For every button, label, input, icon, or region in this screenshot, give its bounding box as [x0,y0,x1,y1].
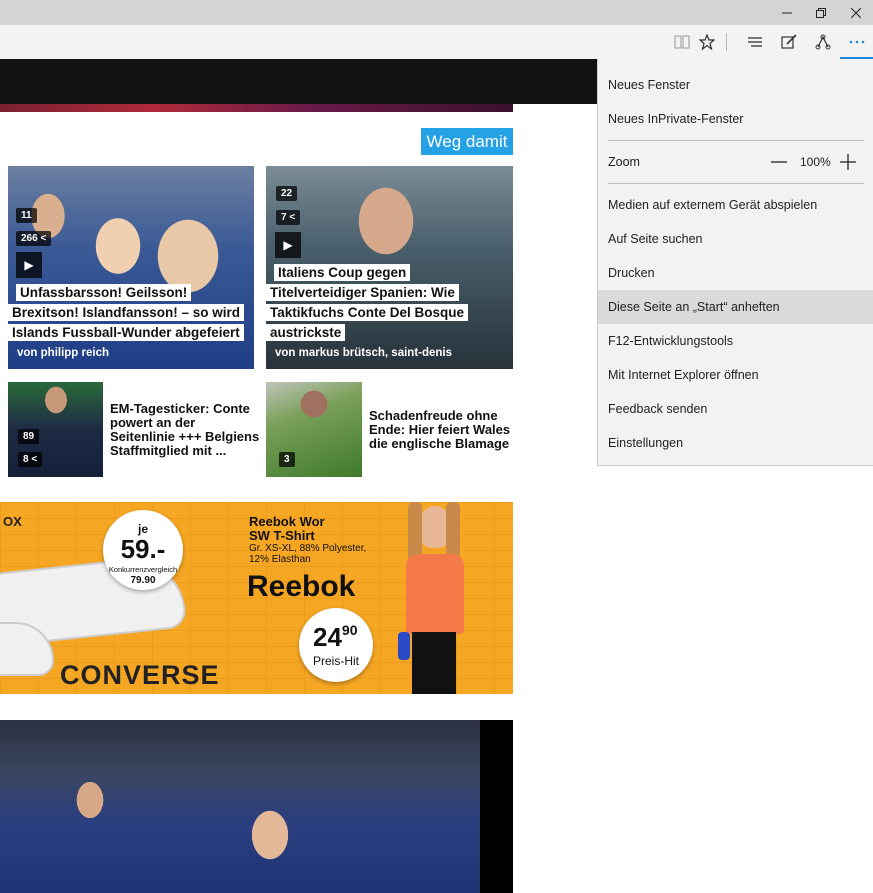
zoom-value: 100% [800,155,831,169]
browser-toolbar [0,25,873,60]
menu-developer-tools[interactable]: F12-Entwicklungstools [598,324,873,358]
ad-banner[interactable]: OX je 59.- Konkurrenzvergleich 79.90 CON… [0,502,513,694]
minimize-icon[interactable] [770,0,804,25]
favorites-star-icon[interactable] [694,30,720,54]
title-bar [0,0,873,25]
menu-settings[interactable]: Einstellungen [598,426,873,460]
share-small-icon: < [31,454,38,465]
photo-count-badge: 11 [16,208,37,223]
zoom-label: Zoom [608,155,640,169]
menu-separator [608,140,864,141]
share-count: 8 [23,454,29,465]
hero-image-border [480,720,513,893]
mini-article-thumb-conte[interactable]: 89 8 < [8,382,103,477]
compare-price: 79.90 [130,575,156,586]
menu-separator [608,183,864,184]
ad-left-text: OX [3,514,22,529]
more-icon[interactable] [844,30,870,54]
menu-open-internet-explorer[interactable]: Mit Internet Explorer öffnen [598,358,873,392]
menu-new-window[interactable]: Neues Fenster [598,68,873,102]
title-line: Schadenfreude ohne [369,408,498,423]
product-subtitle: SW T-Shirt [249,528,315,543]
share-small-icon: < [40,233,47,244]
comment-count: 89 [23,431,35,442]
article-card-iceland[interactable]: 11 266 < ▶ Unfassbarsson! Geilsson! Brex… [8,166,254,369]
photo-count-badge: 22 [276,186,298,201]
converse-logo: CONVERSE [60,660,220,690]
share-count-badge: 7 < [276,210,301,225]
article-caption: Unfassbarsson! Geilsson! Brexitson! Isla… [8,283,246,343]
photo-count: 22 [281,188,293,199]
caption-line: Italiens Coup gegen [274,264,411,281]
share-count-badge: 8 < [18,452,43,467]
web-note-icon[interactable] [776,30,802,54]
title-line: Staffmitglied mit ... [110,443,227,458]
title-line: Seitenlinie +++ Belgiens [110,429,260,444]
title-line: powert an der [110,415,196,430]
caption-line: Titelverteidiger Spanien: Wie [266,284,459,301]
price-hit-cents: 90 [341,622,358,638]
settings-more-menu: Neues Fenster Neues InPrivate-Fenster Zo… [597,59,873,466]
share-small-icon: < [289,212,296,223]
mini-article-thumb-wales[interactable]: 3 [266,382,362,477]
reading-view-icon[interactable] [669,30,695,54]
menu-find-on-page[interactable]: Auf Seite suchen [598,222,873,256]
photo-count: 11 [21,210,32,221]
dismiss-button[interactable]: Weg damit [421,128,513,155]
compare-label: Konkurrenzvergleich [108,565,178,574]
restore-icon[interactable] [804,0,838,25]
caption-line: Islands Fussball-Wunder abgefeiert [8,324,244,341]
comment-count-badge: 3 [279,452,295,467]
comment-count: 3 [284,454,290,465]
site-header [0,59,598,104]
article-card-italy[interactable]: 22 7 < ▶ Italiens Coup gegen Titelvertei… [266,166,513,369]
menu-cast-media[interactable]: Medien auf externem Gerät abspielen [598,188,873,222]
title-line: die englische Blamage [369,436,510,451]
share-count: 7 [281,212,287,223]
price-hit-circle: 2490 Preis-Hit [299,608,373,682]
hero-image-iceland-celebration[interactable] [0,720,480,893]
title-line: Ende: Hier feiert Wales [369,422,511,437]
article-caption: Italiens Coup gegen Titelverteidiger Spa… [266,263,504,343]
caption-line: Taktikfuchs Conte Del Bosque [266,304,469,321]
header-image-strip [0,104,513,112]
product-title: Reebok Wor [249,514,325,529]
toolbar-divider [726,33,727,51]
caption-line: Brexitson! Islandfansson! – so wird [8,304,245,321]
reebok-logo: Reebok [247,570,356,603]
product-detail: 12% Elasthan [249,554,311,565]
caption-line: austrickste [266,324,346,341]
comment-count-badge: 89 [18,429,40,444]
menu-print[interactable]: Drucken [598,256,873,290]
caption-line: Unfassbarsson! Geilsson! [16,284,192,301]
play-icon[interactable]: ▶ [275,232,301,258]
menu-new-inprivate-window[interactable]: Neues InPrivate-Fenster [598,102,873,136]
product-detail: Gr. XS-XL, 88% Polyester, [249,543,367,554]
price-hit-label: Preis-Hit [312,654,359,668]
mini-article-title-conte[interactable]: EM-Tagesticker: Conte powert an der Seit… [110,402,260,458]
article-author: von markus brütsch, saint-denis [275,347,453,359]
mini-article-title-wales[interactable]: Schadenfreude ohne Ende: Hier feiert Wal… [369,409,519,451]
play-icon[interactable]: ▶ [16,252,42,278]
zoom-out-icon[interactable] [770,155,788,169]
article-author: von philipp reich [17,347,110,359]
close-icon[interactable] [839,0,873,25]
price-hit-main: 24 [313,622,342,652]
model-image [398,502,478,694]
menu-send-feedback[interactable]: Feedback senden [598,392,873,426]
share-icon[interactable] [810,30,836,54]
zoom-in-icon[interactable] [839,153,857,171]
menu-pin-to-start[interactable]: Diese Seite an „Start“ anheften [598,290,873,324]
share-count-badge: 266 < [16,231,52,246]
price-circle: je 59.- Konkurrenzvergleich 79.90 [103,510,183,590]
hub-icon[interactable] [742,30,768,54]
price-value: 59.- [120,534,166,564]
menu-zoom-row: Zoom [598,145,873,179]
title-line: EM-Tagesticker: Conte [110,401,250,416]
share-count: 266 [21,233,38,244]
